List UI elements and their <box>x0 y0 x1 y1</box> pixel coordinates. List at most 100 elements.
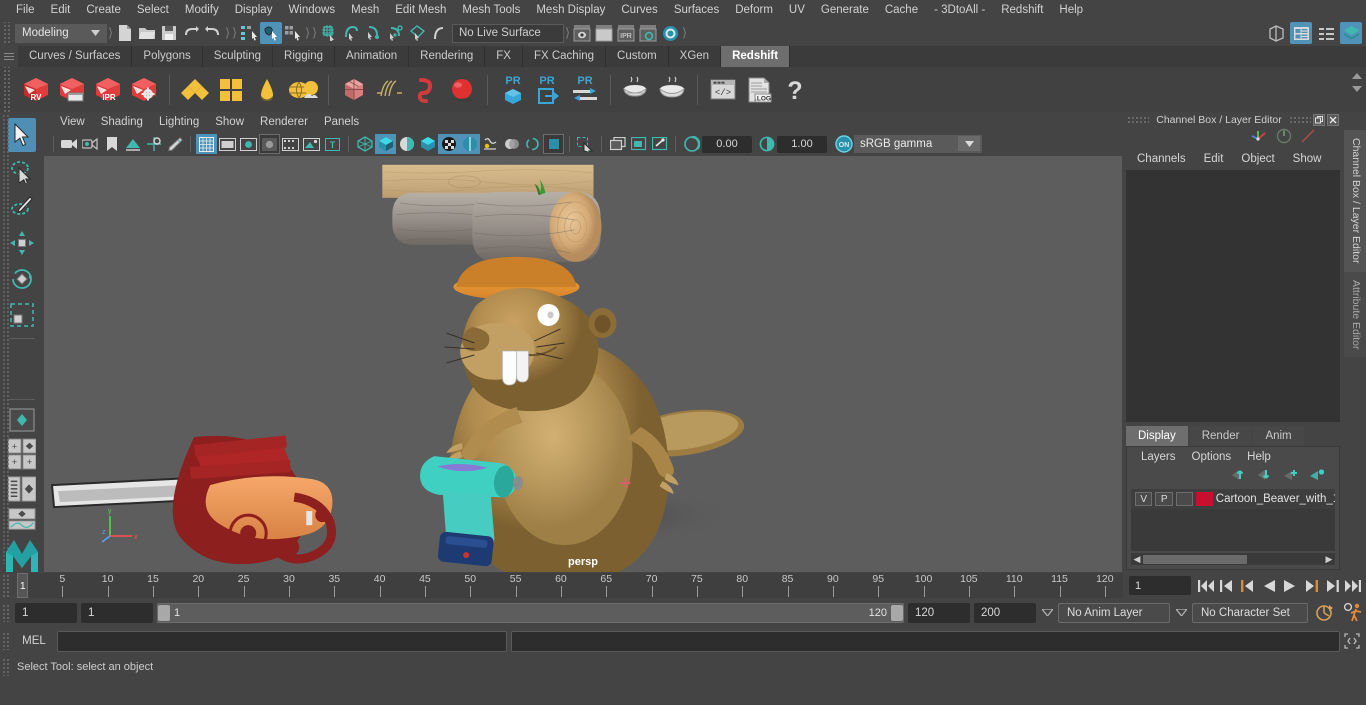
resolution-gate-icon[interactable] <box>238 134 259 154</box>
playback-start-field[interactable]: 1 <box>15 602 77 623</box>
move-layer-down-icon[interactable] <box>1257 468 1273 486</box>
layer-menu-help[interactable]: Help <box>1239 451 1279 463</box>
status-line-grip[interactable] <box>2 22 11 44</box>
range-slider-grip[interactable] <box>2 603 11 622</box>
layer-visibility-toggle[interactable]: V <box>1135 492 1153 506</box>
animation-preferences-icon[interactable] <box>1340 603 1366 622</box>
redshift-proxy-icon[interactable] <box>336 70 372 110</box>
redshift-help-icon[interactable]: ? <box>777 70 813 110</box>
redshift-sphere-icon[interactable] <box>444 70 480 110</box>
show-hide-sidebar-icon[interactable] <box>1265 22 1287 44</box>
layer-tab-anim[interactable]: Anim <box>1253 426 1304 446</box>
outliner-persp-layout[interactable] <box>8 474 36 504</box>
snap-to-grid-icon[interactable] <box>318 22 340 44</box>
go-to-end-icon[interactable] <box>1344 576 1362 596</box>
undo-icon[interactable] <box>180 22 202 44</box>
move-tool[interactable] <box>8 226 36 260</box>
single-perspective-layout[interactable] <box>8 406 36 434</box>
redshift-texture-icon[interactable] <box>213 70 249 110</box>
redshift-bake-set-icon[interactable] <box>654 70 690 110</box>
shelf-grip[interactable] <box>0 46 18 67</box>
current-frame-field[interactable]: 1 <box>1129 576 1191 595</box>
perspective-viewport[interactable]: y x z persp <box>44 156 1122 572</box>
channel-menu-edit[interactable]: Edit <box>1195 153 1233 165</box>
render-settings-icon[interactable] <box>637 22 659 44</box>
vertical-tab-attribute-editor[interactable]: Attribute Editor <box>1344 271 1366 357</box>
viewport-menu-renderer[interactable]: Renderer <box>252 112 316 132</box>
multisample-anti-aliasing-icon[interactable] <box>501 134 522 154</box>
gamma-field[interactable]: 1.00 <box>777 135 827 153</box>
film-origin-icon[interactable] <box>280 134 301 154</box>
redshift-dome-light-icon[interactable] <box>249 70 285 110</box>
playback-end-field[interactable]: 200 <box>974 602 1036 623</box>
shelf-tab-redshift[interactable]: Redshift <box>721 46 791 67</box>
step-forward-frame-icon[interactable] <box>1302 576 1320 596</box>
select-by-object-type-icon[interactable] <box>260 22 282 44</box>
move-layer-up-icon[interactable] <box>1231 468 1247 486</box>
channel-menu-object[interactable]: Object <box>1232 153 1283 165</box>
command-input-field[interactable] <box>57 630 507 652</box>
menu-item-modify[interactable]: Modify <box>177 0 227 20</box>
scroll-right-arrow-icon[interactable]: ▶ <box>1323 554 1335 565</box>
chevron-down-icon[interactable] <box>958 136 980 151</box>
layer-list[interactable]: V P Cartoon_Beaver_with_1 <box>1131 489 1335 551</box>
undock-icon[interactable] <box>1312 114 1325 126</box>
vertical-tab-channel-box[interactable]: Channel Box / Layer Editor <box>1344 130 1366 272</box>
save-scene-icon[interactable] <box>158 22 180 44</box>
grease-pencil-icon[interactable] <box>164 134 185 154</box>
step-back-keyframe-icon[interactable] <box>1218 576 1236 596</box>
select-camera-icon[interactable] <box>59 134 80 154</box>
auto-keyframe-icon[interactable] <box>1312 604 1336 622</box>
menu-item-redshift[interactable]: Redshift <box>993 0 1051 20</box>
menu-item-mesh[interactable]: Mesh <box>343 0 387 20</box>
camera-attributes-icon[interactable] <box>80 134 101 154</box>
menu-item-3dtoall[interactable]: - 3DtoAll - <box>926 0 993 20</box>
animation-end-field[interactable]: 120 <box>908 602 970 623</box>
select-by-component-type-icon[interactable] <box>282 22 304 44</box>
channel-menu-show[interactable]: Show <box>1284 153 1331 165</box>
shelf-tab-polygons[interactable]: Polygons <box>132 46 203 67</box>
redshift-material-icon[interactable] <box>177 70 213 110</box>
exposure-icon[interactable] <box>681 134 702 154</box>
open-scene-icon[interactable] <box>136 22 158 44</box>
rotate-tool[interactable] <box>8 262 36 296</box>
viewport-menu-shading[interactable]: Shading <box>93 112 151 132</box>
layer-menu-layers[interactable]: Layers <box>1133 451 1184 463</box>
select-camera-attr-icon[interactable] <box>649 134 670 154</box>
menu-item-help[interactable]: Help <box>1051 0 1091 20</box>
snap-to-point-icon[interactable] <box>362 22 384 44</box>
screen-space-ao-icon[interactable] <box>459 134 480 154</box>
menu-item-surfaces[interactable]: Surfaces <box>666 0 727 20</box>
redshift-render-settings-icon[interactable] <box>126 70 162 110</box>
exposure-field[interactable]: 0.00 <box>702 135 752 153</box>
hypershade-icon[interactable] <box>659 22 681 44</box>
character-set-dropdown-arrow[interactable] <box>1174 603 1188 623</box>
new-scene-icon[interactable] <box>114 22 136 44</box>
snap-to-curve-icon[interactable] <box>340 22 362 44</box>
shelf-tab-rendering[interactable]: Rendering <box>409 46 486 67</box>
shelf-scroll-arrows[interactable] <box>1351 71 1363 94</box>
menu-item-display[interactable]: Display <box>227 0 281 20</box>
image-plane-icon[interactable] <box>122 134 143 154</box>
layer-row[interactable]: V P Cartoon_Beaver_with_1 <box>1131 489 1335 509</box>
close-icon[interactable] <box>1326 114 1339 126</box>
step-forward-keyframe-icon[interactable] <box>1323 576 1341 596</box>
redshift-environment-icon[interactable] <box>285 70 321 110</box>
shelf-tab-sculpting[interactable]: Sculpting <box>202 46 274 67</box>
viewport-menu-show[interactable]: Show <box>207 112 252 132</box>
menu-item-edit[interactable]: Edit <box>43 0 79 20</box>
gamma-icon[interactable] <box>756 134 777 154</box>
tool-settings-toggle-icon[interactable] <box>1315 22 1337 44</box>
ipr-render-icon[interactable]: IPR <box>615 22 637 44</box>
toolbox-grip[interactable] <box>2 114 9 564</box>
anim-layer-dropdown-arrow[interactable] <box>1040 603 1054 623</box>
dock-grip-right[interactable] <box>1288 116 1311 124</box>
smooth-shade-all-icon[interactable] <box>375 134 396 154</box>
shelf-tab-rigging[interactable]: Rigging <box>273 46 336 67</box>
redshift-pr-object-icon[interactable]: PR <box>495 70 531 110</box>
paint-select-tool[interactable] <box>8 190 36 224</box>
range-bar[interactable]: 1 120 <box>157 602 904 623</box>
redshift-bake-icon[interactable] <box>618 70 654 110</box>
redo-icon[interactable] <box>202 22 224 44</box>
select-by-hierarchy-icon[interactable] <box>238 22 260 44</box>
